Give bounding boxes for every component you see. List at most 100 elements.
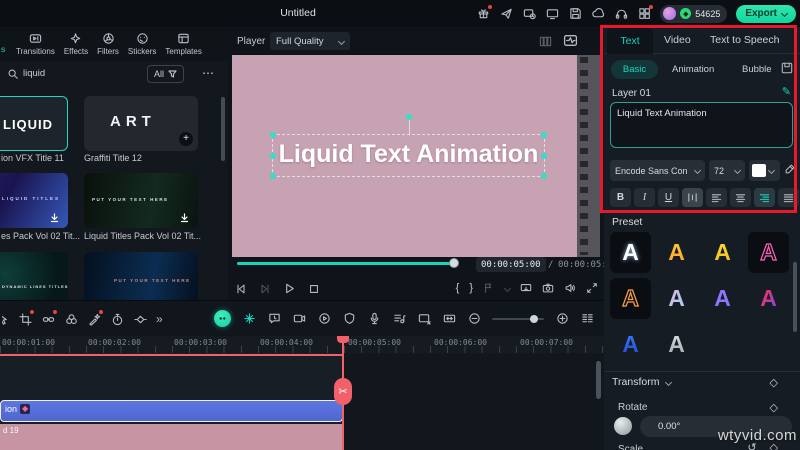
- preset-tile-yellow[interactable]: A: [702, 232, 743, 273]
- volume-icon[interactable]: [564, 282, 576, 294]
- cloud-upload-icon[interactable]: [591, 7, 605, 21]
- avatar[interactable]: [663, 7, 677, 20]
- next-frame-icon[interactable]: [259, 283, 271, 295]
- timeline-clip-media[interactable]: d 19: [0, 424, 343, 450]
- subtab-basic[interactable]: Basic: [611, 60, 658, 79]
- font-family-select[interactable]: Encode Sans Con: [610, 160, 705, 181]
- track-height-icon[interactable]: [580, 312, 594, 326]
- save-icon[interactable]: [568, 7, 582, 21]
- letter-spacing-button[interactable]: [682, 188, 703, 207]
- add-to-timeline-button[interactable]: +: [179, 132, 193, 146]
- rotate-handle[interactable]: [405, 114, 412, 120]
- filter-all-button[interactable]: All: [146, 65, 184, 83]
- title-thumb-graffiti[interactable]: ART +: [84, 96, 198, 151]
- title-thumb-blue-wave[interactable]: PUT YOUR TEXT HERE: [84, 252, 198, 300]
- download-icon[interactable]: [179, 212, 190, 223]
- tab-text-to-speech[interactable]: Text to Speech: [710, 34, 779, 46]
- select-tool-icon[interactable]: [2, 312, 9, 326]
- zoom-out-icon[interactable]: [467, 312, 481, 326]
- magnet-snap-icon[interactable]: [242, 312, 256, 326]
- mark-in-icon[interactable]: {: [456, 282, 460, 294]
- title-thumb-liquid-pack-1[interactable]: LIQUID TITLES: [0, 173, 68, 228]
- text-content-input[interactable]: Liquid Text Animation: [610, 102, 793, 148]
- fullscreen-icon[interactable]: [586, 282, 598, 294]
- split-scissors-button[interactable]: ✂: [334, 378, 352, 405]
- marker-caret-icon[interactable]: [503, 284, 512, 292]
- italic-button[interactable]: I: [634, 188, 655, 207]
- zoom-slider[interactable]: [492, 314, 544, 323]
- rotate-keyframe-icon[interactable]: ◇: [770, 401, 778, 414]
- apps-grid-icon[interactable]: [637, 4, 654, 21]
- zoom-in-icon[interactable]: [555, 312, 569, 326]
- support-headset-icon[interactable]: [614, 7, 628, 21]
- font-size-select[interactable]: 72: [709, 160, 745, 181]
- tab-titles-partial[interactable]: s: [1, 44, 5, 54]
- preset-tile-purple[interactable]: A: [702, 278, 743, 319]
- color-blend-icon[interactable]: [64, 312, 78, 326]
- timeline-clip-title[interactable]: ion ◆: [0, 400, 343, 422]
- preset-tile-orange[interactable]: A: [656, 232, 697, 273]
- delete-render-icon[interactable]: [417, 312, 431, 326]
- tab-transitions[interactable]: Transitions: [16, 32, 55, 56]
- voiceover-bubble-icon[interactable]: [267, 312, 281, 326]
- screen-record-icon[interactable]: [292, 312, 306, 326]
- layout-columns-icon[interactable]: [539, 35, 552, 48]
- preset-tile-orange-outline[interactable]: A: [610, 278, 651, 319]
- preset-tile-red-blue[interactable]: A: [748, 278, 789, 319]
- color-scope-icon[interactable]: [563, 33, 578, 48]
- render-preview-icon[interactable]: [317, 312, 331, 326]
- resize-handle-ne[interactable]: [541, 132, 547, 138]
- timeline-ruler[interactable]: 00:00:01:00 00:00:02:00 00:00:03:00 00:0…: [0, 336, 604, 353]
- title-thumb-liquid[interactable]: LIQUID: [0, 96, 68, 151]
- bold-button[interactable]: B: [610, 188, 631, 207]
- panel-scrollbar[interactable]: [793, 262, 797, 332]
- more-options-icon[interactable]: ⋯: [202, 66, 214, 80]
- preset-tile-white[interactable]: A: [610, 232, 651, 273]
- eyedropper-icon[interactable]: [784, 163, 796, 175]
- seek-knob[interactable]: [449, 258, 459, 268]
- underline-button[interactable]: U: [658, 188, 679, 207]
- save-preset-icon[interactable]: [781, 62, 793, 74]
- download-icon[interactable]: [49, 212, 60, 223]
- subtab-animation[interactable]: Animation: [672, 64, 714, 75]
- group-link-icon[interactable]: [41, 310, 57, 326]
- preset-tile-silver[interactable]: A: [656, 324, 697, 365]
- tab-text[interactable]: Text: [607, 27, 653, 54]
- tab-filters[interactable]: Filters: [97, 32, 119, 56]
- tab-video[interactable]: Video: [664, 34, 691, 46]
- seek-bar[interactable]: [237, 262, 455, 265]
- transform-keyframe-icon[interactable]: ◇: [770, 376, 778, 389]
- justify-button[interactable]: [778, 188, 799, 207]
- media-scrollbar[interactable]: [221, 97, 225, 161]
- more-tools-icon[interactable]: »: [156, 313, 163, 325]
- audio-mixer-icon[interactable]: [392, 312, 406, 326]
- keyframe-tool-icon[interactable]: [133, 312, 147, 326]
- display-icon[interactable]: [545, 7, 559, 21]
- mirror-display-icon[interactable]: [520, 282, 532, 294]
- record-voiceover-mic-icon[interactable]: [367, 312, 381, 326]
- font-color-select[interactable]: [749, 160, 780, 181]
- resize-handle-nw[interactable]: [270, 132, 276, 138]
- fit-timeline-icon[interactable]: [442, 312, 456, 326]
- rotate-dial[interactable]: [614, 417, 632, 435]
- stop-icon[interactable]: [308, 283, 320, 295]
- previous-frame-icon[interactable]: [235, 283, 247, 295]
- search-icon[interactable]: [7, 68, 19, 80]
- title-thumb-liquid-pack-2[interactable]: PUT YOUR TEXT HERE: [84, 173, 198, 228]
- align-center-button[interactable]: [730, 188, 751, 207]
- quality-dropdown[interactable]: Full Quality: [270, 32, 350, 50]
- playhead-handle[interactable]: [337, 336, 349, 343]
- marker-flag-icon[interactable]: [483, 282, 495, 294]
- title-thumb-dynamic-lines[interactable]: DYNAMIC LINES TITLES: [0, 252, 68, 300]
- search-input[interactable]: liquid: [23, 68, 45, 79]
- crop-icon[interactable]: [18, 310, 34, 326]
- play-icon[interactable]: [283, 282, 296, 295]
- feedback-icon[interactable]: [522, 7, 536, 21]
- ai-copilot-icon[interactable]: [214, 310, 231, 327]
- preset-tile-blue[interactable]: A: [610, 324, 651, 365]
- mark-out-icon[interactable]: }: [469, 282, 473, 294]
- align-right-button[interactable]: [754, 188, 775, 207]
- mask-shield-icon[interactable]: [342, 312, 356, 326]
- zoom-slider-knob[interactable]: [530, 314, 538, 323]
- preview-canvas[interactable]: Liquid Text Animation: [232, 55, 600, 257]
